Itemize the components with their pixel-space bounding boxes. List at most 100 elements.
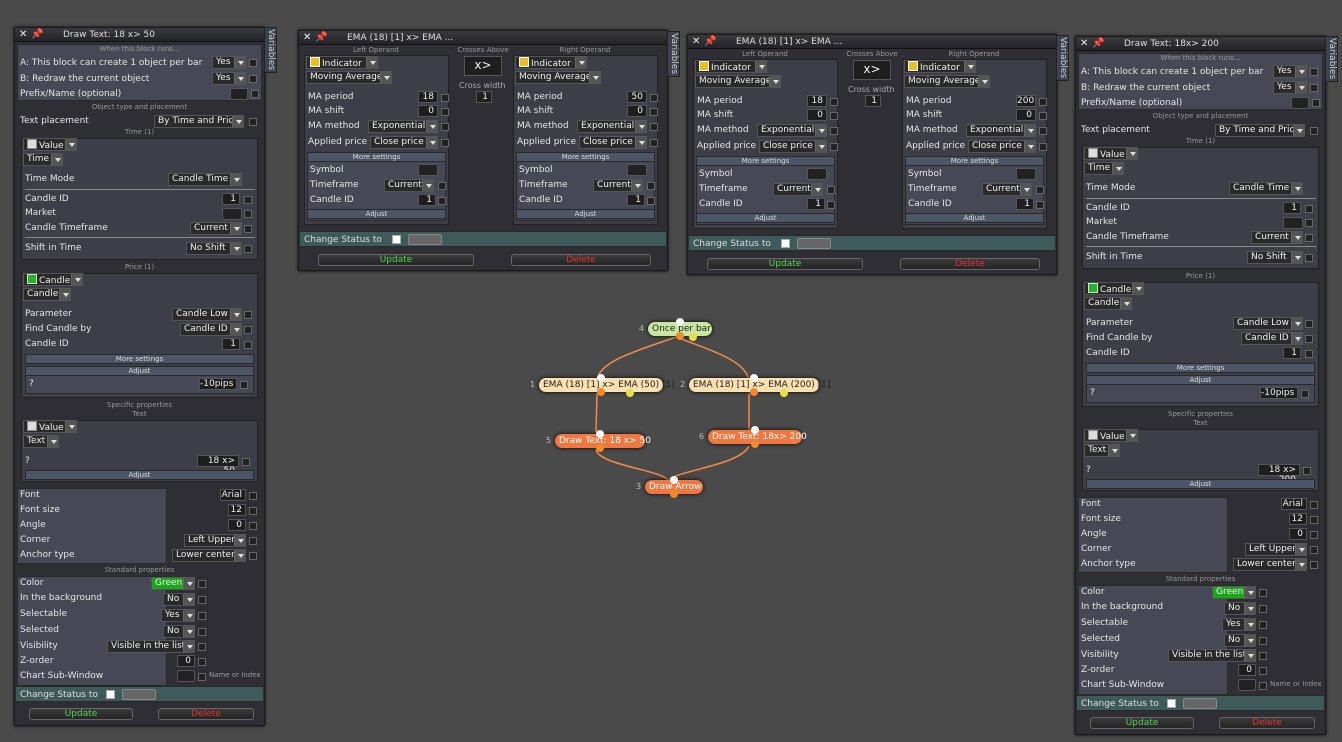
- ma-shift-input[interactable]: 0: [1016, 109, 1036, 121]
- chevron-down-icon[interactable]: [230, 309, 241, 320]
- checkbox[interactable]: [650, 108, 658, 116]
- empty-input[interactable]: [1283, 217, 1303, 229]
- chevron-down-icon[interactable]: [1295, 82, 1306, 93]
- checkbox[interactable]: [1305, 335, 1313, 343]
- font-input[interactable]: Arial: [220, 489, 246, 501]
- more-settings-button[interactable]: More settings: [1086, 363, 1315, 373]
- shift-select[interactable]: No Shift: [186, 242, 242, 255]
- chevron-down-icon[interactable]: [1024, 125, 1035, 136]
- checkbox[interactable]: [244, 196, 252, 204]
- panel-title-bar[interactable]: ✕ 📌 Draw Text: 18x> 200: [1076, 37, 1325, 51]
- checkbox[interactable]: [650, 139, 658, 147]
- time-mode-select[interactable]: Candle Time: [168, 173, 242, 186]
- chevron-down-icon[interactable]: [631, 180, 642, 191]
- close-icon[interactable]: ✕: [692, 35, 700, 48]
- checkbox[interactable]: [249, 492, 257, 500]
- price-subtype-select[interactable]: Candle: [23, 288, 71, 301]
- chevron-down-icon[interactable]: [1120, 298, 1131, 309]
- font-size-input[interactable]: 12: [1289, 513, 1307, 525]
- background-select[interactable]: No: [1224, 602, 1256, 615]
- more-settings-button[interactable]: More settings: [905, 156, 1044, 166]
- checkbox[interactable]: [244, 326, 252, 334]
- chevron-down-icon[interactable]: [1244, 603, 1255, 614]
- z-order-input[interactable]: 0: [1238, 664, 1256, 676]
- panel-title-bar[interactable]: ✕ 📌 EMA (18) [1] x> EMA ...: [688, 35, 1056, 49]
- indicator-select[interactable]: Moving Average: [695, 75, 781, 88]
- checkbox[interactable]: [650, 94, 658, 102]
- operator-select[interactable]: x>: [464, 56, 502, 76]
- checkbox[interactable]: [249, 552, 257, 560]
- corner-select[interactable]: Left Upper: [1245, 543, 1307, 556]
- checkbox[interactable]: [441, 94, 449, 102]
- adjust-input[interactable]: -10pips: [1260, 387, 1298, 399]
- output-port[interactable]: [597, 388, 605, 396]
- chevron-down-icon[interactable]: [1291, 252, 1302, 263]
- chevron-down-icon[interactable]: [1291, 318, 1302, 329]
- adjust-button[interactable]: Adjust: [307, 209, 446, 219]
- parameter-select[interactable]: Candle Low: [1233, 317, 1303, 330]
- chevron-down-icon[interactable]: [183, 578, 194, 589]
- candle-id-input[interactable]: 1: [1016, 198, 1034, 210]
- adjust-button[interactable]: Adjust: [516, 209, 655, 219]
- price-type-select[interactable]: Candle: [23, 273, 83, 286]
- checkbox[interactable]: [244, 210, 252, 218]
- chevron-down-icon[interactable]: [234, 73, 245, 84]
- operator-select[interactable]: x>: [853, 60, 891, 80]
- chevron-down-icon[interactable]: [230, 243, 241, 254]
- time-type-select[interactable]: Value: [1084, 147, 1138, 160]
- b-select[interactable]: Yes: [1273, 81, 1307, 94]
- empty-input[interactable]: [177, 670, 195, 682]
- empty-input[interactable]: [222, 208, 242, 220]
- checkbox[interactable]: [249, 59, 257, 67]
- close-icon[interactable]: ✕: [19, 28, 27, 41]
- checkbox[interactable]: [830, 127, 838, 135]
- checkbox[interactable]: [1259, 637, 1267, 645]
- checkbox[interactable]: [647, 182, 655, 190]
- checkbox[interactable]: [441, 123, 449, 131]
- input-port[interactable]: [751, 426, 759, 434]
- price-type-select[interactable]: Candle: [1084, 282, 1144, 295]
- indicator-select[interactable]: Moving Average: [306, 71, 392, 84]
- applied-price-select[interactable]: Close price: [579, 136, 647, 149]
- chevron-down-icon[interactable]: [1291, 232, 1302, 243]
- pin-icon[interactable]: 📌: [31, 28, 43, 41]
- candle-id-input[interactable]: 1: [1283, 347, 1301, 359]
- indicator-type-select[interactable]: Indicator: [904, 60, 976, 73]
- candle-id-input[interactable]: 1: [807, 198, 825, 210]
- indicator-type-select[interactable]: Indicator: [695, 60, 767, 73]
- more-settings-button[interactable]: More settings: [25, 354, 254, 364]
- cross-width-input[interactable]: 1: [865, 95, 881, 107]
- selectable-select[interactable]: Yes: [1222, 618, 1256, 631]
- selected-select[interactable]: No: [1224, 634, 1256, 647]
- indicator-select[interactable]: Moving Average: [904, 75, 990, 88]
- chevron-down-icon[interactable]: [230, 174, 241, 185]
- more-settings-button[interactable]: More settings: [696, 156, 835, 166]
- z-order-input[interactable]: 0: [177, 655, 195, 667]
- chevron-down-icon[interactable]: [589, 72, 600, 83]
- empty-input[interactable]: [627, 164, 647, 176]
- candle-timeframe-select[interactable]: Current: [1251, 231, 1303, 244]
- time-subtype-select[interactable]: Time: [23, 153, 63, 166]
- close-icon[interactable]: ✕: [1080, 37, 1088, 50]
- chevron-down-icon[interactable]: [1126, 148, 1137, 159]
- candle-id-input[interactable]: 1: [418, 194, 436, 206]
- checkbox[interactable]: [1305, 320, 1313, 328]
- text-placement-select[interactable]: By Time and Price: [1215, 124, 1305, 137]
- variables-tab[interactable]: Variables: [667, 31, 680, 77]
- empty-input[interactable]: [807, 168, 827, 180]
- chevron-down-icon[interactable]: [366, 57, 377, 68]
- more-settings-button[interactable]: More settings: [516, 152, 655, 162]
- checkbox[interactable]: [1259, 667, 1267, 675]
- chevron-down-icon[interactable]: [234, 535, 245, 546]
- checkbox[interactable]: [242, 458, 250, 466]
- checkbox[interactable]: [830, 98, 838, 106]
- input-port[interactable]: [750, 374, 758, 382]
- chevron-down-icon[interactable]: [234, 57, 245, 68]
- output-port[interactable]: [596, 444, 604, 452]
- checkbox[interactable]: [1259, 682, 1267, 690]
- output-port-false[interactable]: [626, 389, 634, 397]
- find-candle-select[interactable]: Candle ID: [1241, 332, 1303, 345]
- indicator-type-select[interactable]: Indicator: [515, 56, 587, 69]
- chevron-down-icon[interactable]: [1112, 163, 1123, 174]
- find-candle-select[interactable]: Candle ID: [180, 323, 242, 336]
